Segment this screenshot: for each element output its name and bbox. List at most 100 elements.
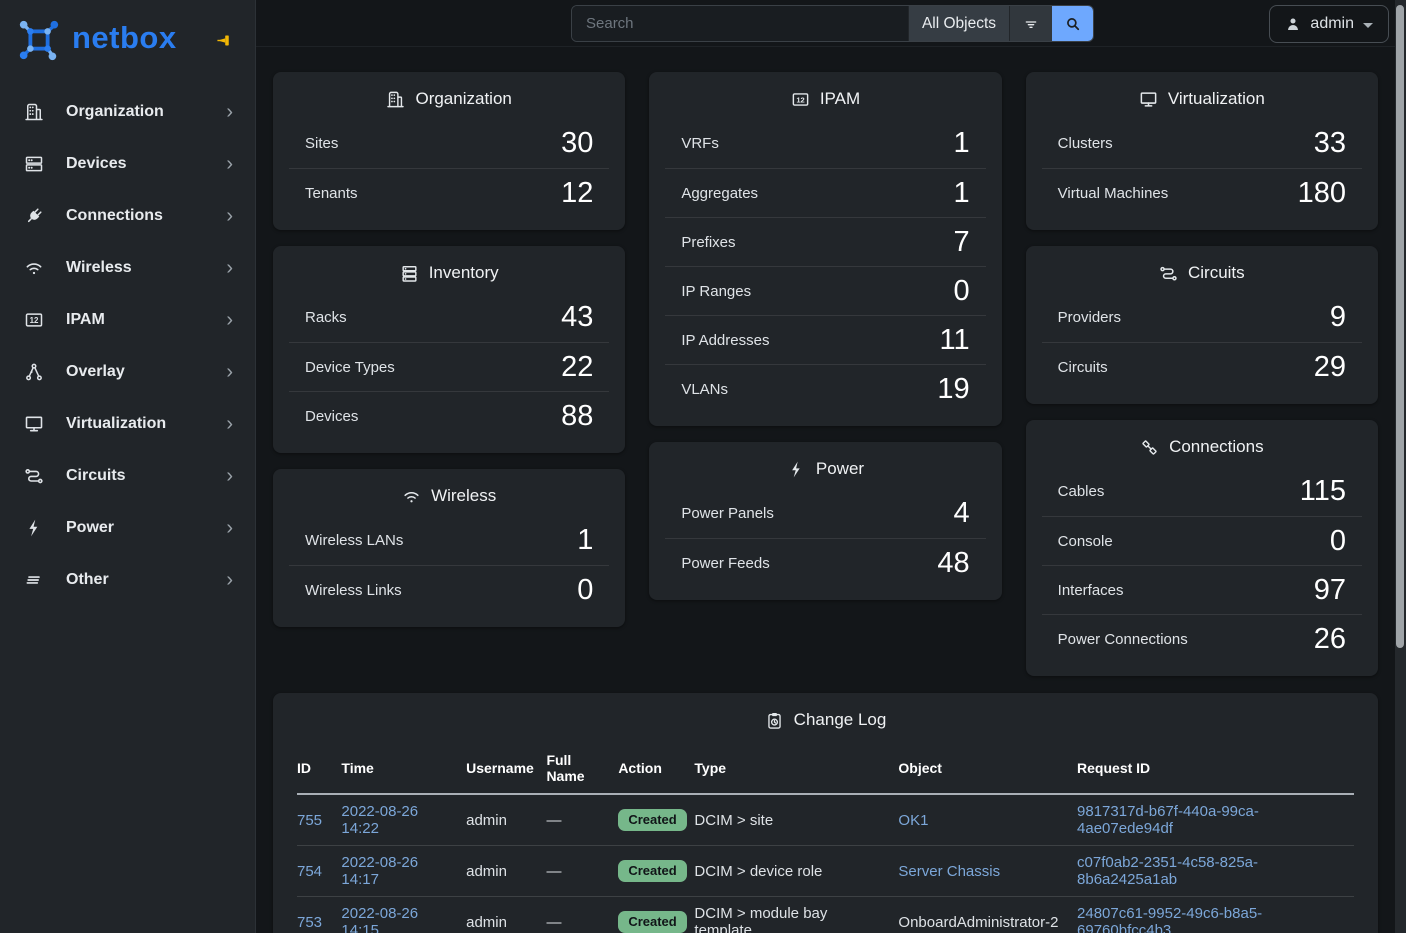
sidebar-item-label: IPAM [66,311,226,329]
search-scope-select[interactable]: All Objects [908,6,1009,41]
stat-row: Clusters 33 [1042,119,1362,168]
stat-link[interactable]: Wireless LANs [305,532,403,549]
graph-icon [24,362,44,382]
change-time-link[interactable]: 2022-08-26 14:17 [341,854,418,888]
stat-count[interactable]: 26 [1314,625,1346,654]
stat-count[interactable]: 33 [1314,129,1346,158]
sidebar-item-wireless[interactable]: Wireless › [0,242,255,294]
change-id-link[interactable]: 753 [297,914,322,931]
stat-count[interactable]: 4 [954,499,970,528]
stat-count[interactable]: 11 [940,326,970,355]
monitor-icon [24,414,44,434]
stat-link[interactable]: Power Connections [1058,631,1188,648]
card-connections: Connections Cables 115 Console 0 Interfa… [1026,420,1378,676]
scrollbar-thumb[interactable] [1396,5,1404,648]
sidebar-item-label: Organization [66,103,226,121]
stat-link[interactable]: Power Feeds [681,555,769,572]
change-object-link[interactable]: OK1 [898,812,928,829]
sidebar-item-connections[interactable]: Connections › [0,190,255,242]
sidebar-item-overlay[interactable]: Overlay › [0,346,255,398]
stat-count[interactable]: 180 [1298,179,1346,208]
stat-link[interactable]: Virtual Machines [1058,185,1169,202]
stat-link[interactable]: Clusters [1058,135,1113,152]
change-time-link[interactable]: 2022-08-26 14:22 [341,803,418,837]
sidebar-item-other[interactable]: Other › [0,554,255,606]
sidebar-item-devices[interactable]: Devices › [0,138,255,190]
stat-count[interactable]: 30 [561,129,593,158]
stat-link[interactable]: VLANs [681,381,728,398]
card-title: IPAM [820,89,860,109]
change-fullname: — [546,794,618,846]
changelog-table: ID Time Username Full Name Action Type O… [297,743,1354,933]
sidebar-item-label: Wireless [66,259,226,277]
stat-count[interactable]: 22 [561,353,593,382]
user-menu-button[interactable]: admin [1269,5,1389,43]
stat-link[interactable]: Device Types [305,359,395,376]
transit-connection-icon [1159,264,1178,283]
stat-link[interactable]: Cables [1058,483,1105,500]
stat-link[interactable]: Providers [1058,309,1121,326]
stat-link[interactable]: Prefixes [681,234,735,251]
change-object-link[interactable]: Server Chassis [898,863,1000,880]
ip-numbers-icon: 12 [24,310,44,330]
stat-count[interactable]: 0 [954,277,970,306]
chevron-right-icon: › [226,362,233,382]
stat-count[interactable]: 1 [954,179,970,208]
change-time-link[interactable]: 2022-08-26 14:15 [341,905,418,933]
stat-link[interactable]: Wireless Links [305,582,402,599]
stat-count[interactable]: 115 [1300,477,1346,506]
stat-count[interactable]: 0 [577,576,593,605]
clipboard-clock-icon [765,711,784,730]
svg-text:12: 12 [796,95,804,104]
change-id-link[interactable]: 755 [297,812,322,829]
stat-link[interactable]: Interfaces [1058,582,1124,599]
search-input[interactable] [572,6,908,41]
stat-count[interactable]: 1 [577,526,593,555]
card-changelog-header: Change Log [273,693,1378,737]
col-header-id: ID [297,743,341,794]
stat-count[interactable]: 0 [1330,527,1346,556]
stat-link[interactable]: Sites [305,135,338,152]
request-id-link[interactable]: c07f0ab2-2351-4c58-825a-8b6a2425a1ab [1077,854,1258,888]
sidebar-nav: Organization › Devices › [0,86,255,606]
stat-link[interactable]: Power Panels [681,505,774,522]
netbox-logo[interactable]: netbox [16,17,177,63]
stat-link[interactable]: Circuits [1058,359,1108,376]
stat-count[interactable]: 97 [1314,576,1346,605]
stat-count[interactable]: 43 [561,303,593,332]
sidebar-item-ipam[interactable]: 12 IPAM › [0,294,255,346]
stat-link[interactable]: IP Addresses [681,332,769,349]
stat-row: Prefixes 7 [665,217,985,266]
col-header-type: Type [694,743,898,794]
stat-link[interactable]: Tenants [305,185,358,202]
stat-link[interactable]: VRFs [681,135,719,152]
stat-count[interactable]: 1 [954,129,970,158]
request-id-link[interactable]: 9817317d-b67f-440a-99ca-4ae07ede94df [1077,803,1259,837]
change-id-link[interactable]: 754 [297,863,322,880]
pin-sidebar-button[interactable] [212,28,237,53]
stat-count[interactable]: 48 [937,549,969,578]
stat-count[interactable]: 9 [1330,303,1346,332]
stat-link[interactable]: Aggregates [681,185,758,202]
stat-link[interactable]: Devices [305,408,358,425]
sidebar-item-power[interactable]: Power › [0,502,255,554]
stat-row: Console 0 [1042,516,1362,565]
stat-link[interactable]: Console [1058,533,1113,550]
stat-count[interactable]: 7 [954,228,970,257]
search-submit-button[interactable] [1052,6,1093,41]
stat-count[interactable]: 88 [561,402,593,431]
request-id-link[interactable]: 24807c61-9952-49c6-b8a5-69760bfcc4b3 [1077,905,1262,933]
card-title: Circuits [1188,263,1245,283]
sidebar-item-organization[interactable]: Organization › [0,86,255,138]
chevron-right-icon: › [226,206,233,226]
sidebar-item-circuits[interactable]: Circuits › [0,450,255,502]
filter-button[interactable] [1009,6,1052,41]
action-badge: Created [618,911,686,933]
stat-count[interactable]: 19 [937,375,969,404]
stat-link[interactable]: IP Ranges [681,283,751,300]
monitor-icon [1139,90,1158,109]
stat-count[interactable]: 12 [561,179,593,208]
stat-link[interactable]: Racks [305,309,347,326]
sidebar-item-virtualization[interactable]: Virtualization › [0,398,255,450]
stat-count[interactable]: 29 [1314,353,1346,382]
